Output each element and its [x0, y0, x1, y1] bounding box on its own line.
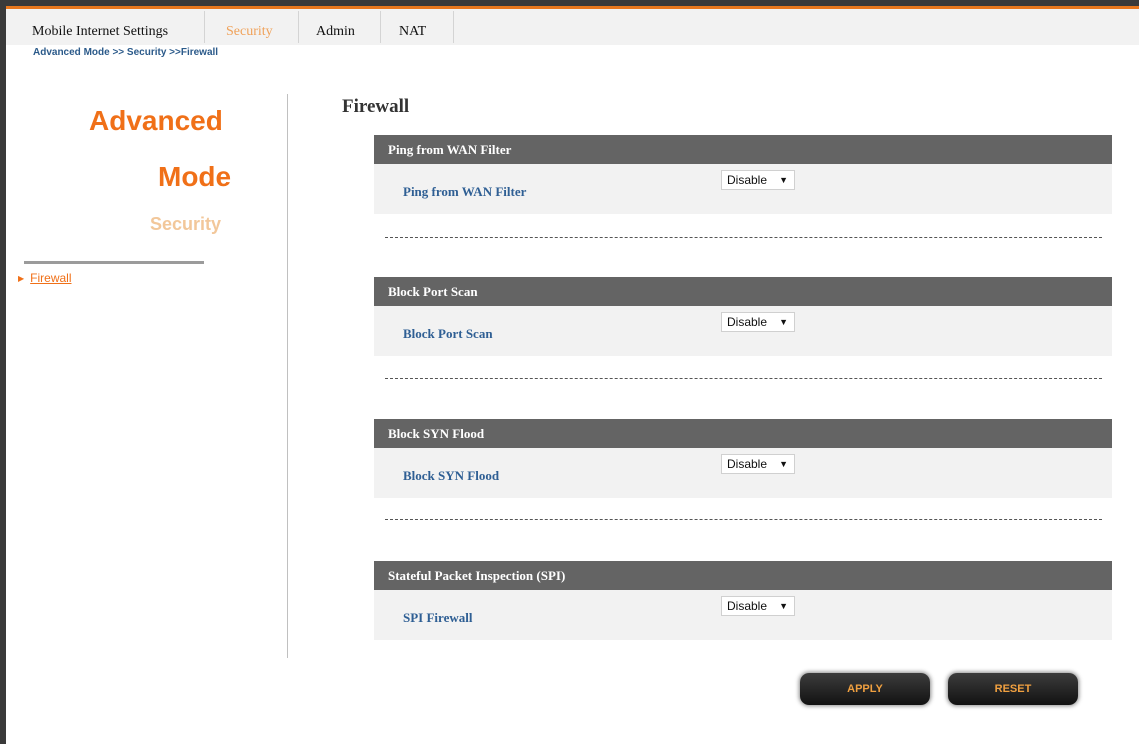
page-title: Firewall: [342, 96, 410, 117]
caret-down-icon: ▼: [779, 317, 788, 327]
sidebar-subtitle: Security: [150, 214, 222, 234]
section-header-block-syn-flood: Block SYN Flood: [374, 419, 1112, 448]
menu-separator: [298, 11, 299, 43]
select-value: Disable: [727, 173, 768, 187]
tab-nat[interactable]: NAT: [387, 9, 438, 45]
sidebar-item-firewall[interactable]: ▶ Firewall: [18, 271, 72, 285]
spi-firewall-label: SPI Firewall: [403, 610, 473, 625]
section-header-spi: Stateful Packet Inspection (SPI): [374, 561, 1112, 590]
ping-wan-filter-label: Ping from WAN Filter: [403, 184, 527, 199]
section-row-block-syn-flood: Block SYN Flood Disable ▼: [374, 448, 1112, 498]
sidebar-title-line1: Advanced: [89, 105, 223, 136]
sidebar-separator: [287, 94, 288, 658]
section-divider: [385, 378, 1102, 379]
block-syn-flood-label: Block SYN Flood: [403, 468, 500, 483]
window-frame-left: [0, 0, 6, 744]
caret-down-icon: ▼: [779, 601, 788, 611]
tab-security[interactable]: Security: [214, 9, 285, 45]
block-syn-flood-select[interactable]: Disable ▼: [721, 454, 795, 474]
menu-separator: [204, 11, 205, 43]
section-row-spi: SPI Firewall Disable ▼: [374, 590, 1112, 640]
select-value: Disable: [727, 315, 768, 329]
sidebar-item-label[interactable]: Firewall: [30, 271, 71, 285]
breadcrumb: Advanced Mode >> Security >>Firewall: [33, 47, 219, 58]
tab-admin[interactable]: Admin: [304, 9, 367, 45]
menu-separator: [380, 11, 381, 43]
select-value: Disable: [727, 457, 768, 471]
sidebar-title-line2: Mode: [158, 161, 232, 192]
apply-button[interactable]: APPLY: [800, 673, 930, 705]
ping-wan-filter-select[interactable]: Disable ▼: [721, 170, 795, 190]
menu-separator: [453, 11, 454, 43]
spi-firewall-select[interactable]: Disable ▼: [721, 596, 795, 616]
section-divider: [385, 519, 1102, 520]
block-port-scan-label: Block Port Scan: [403, 326, 493, 341]
section-header-block-port-scan: Block Port Scan: [374, 277, 1112, 306]
select-value: Disable: [727, 599, 768, 613]
reset-button[interactable]: RESET: [948, 673, 1078, 705]
block-port-scan-select[interactable]: Disable ▼: [721, 312, 795, 332]
tab-mobile-internet-settings[interactable]: Mobile Internet Settings: [20, 9, 180, 45]
section-row-ping-wan: Ping from WAN Filter Disable ▼: [374, 164, 1112, 214]
caret-down-icon: ▼: [779, 175, 788, 185]
section-row-block-port-scan: Block Port Scan Disable ▼: [374, 306, 1112, 356]
triangle-right-icon: ▶: [18, 274, 25, 283]
section-header-ping-wan: Ping from WAN Filter: [374, 135, 1112, 164]
section-divider: [385, 237, 1102, 238]
sidebar-divider: [24, 261, 204, 264]
caret-down-icon: ▼: [779, 459, 788, 469]
